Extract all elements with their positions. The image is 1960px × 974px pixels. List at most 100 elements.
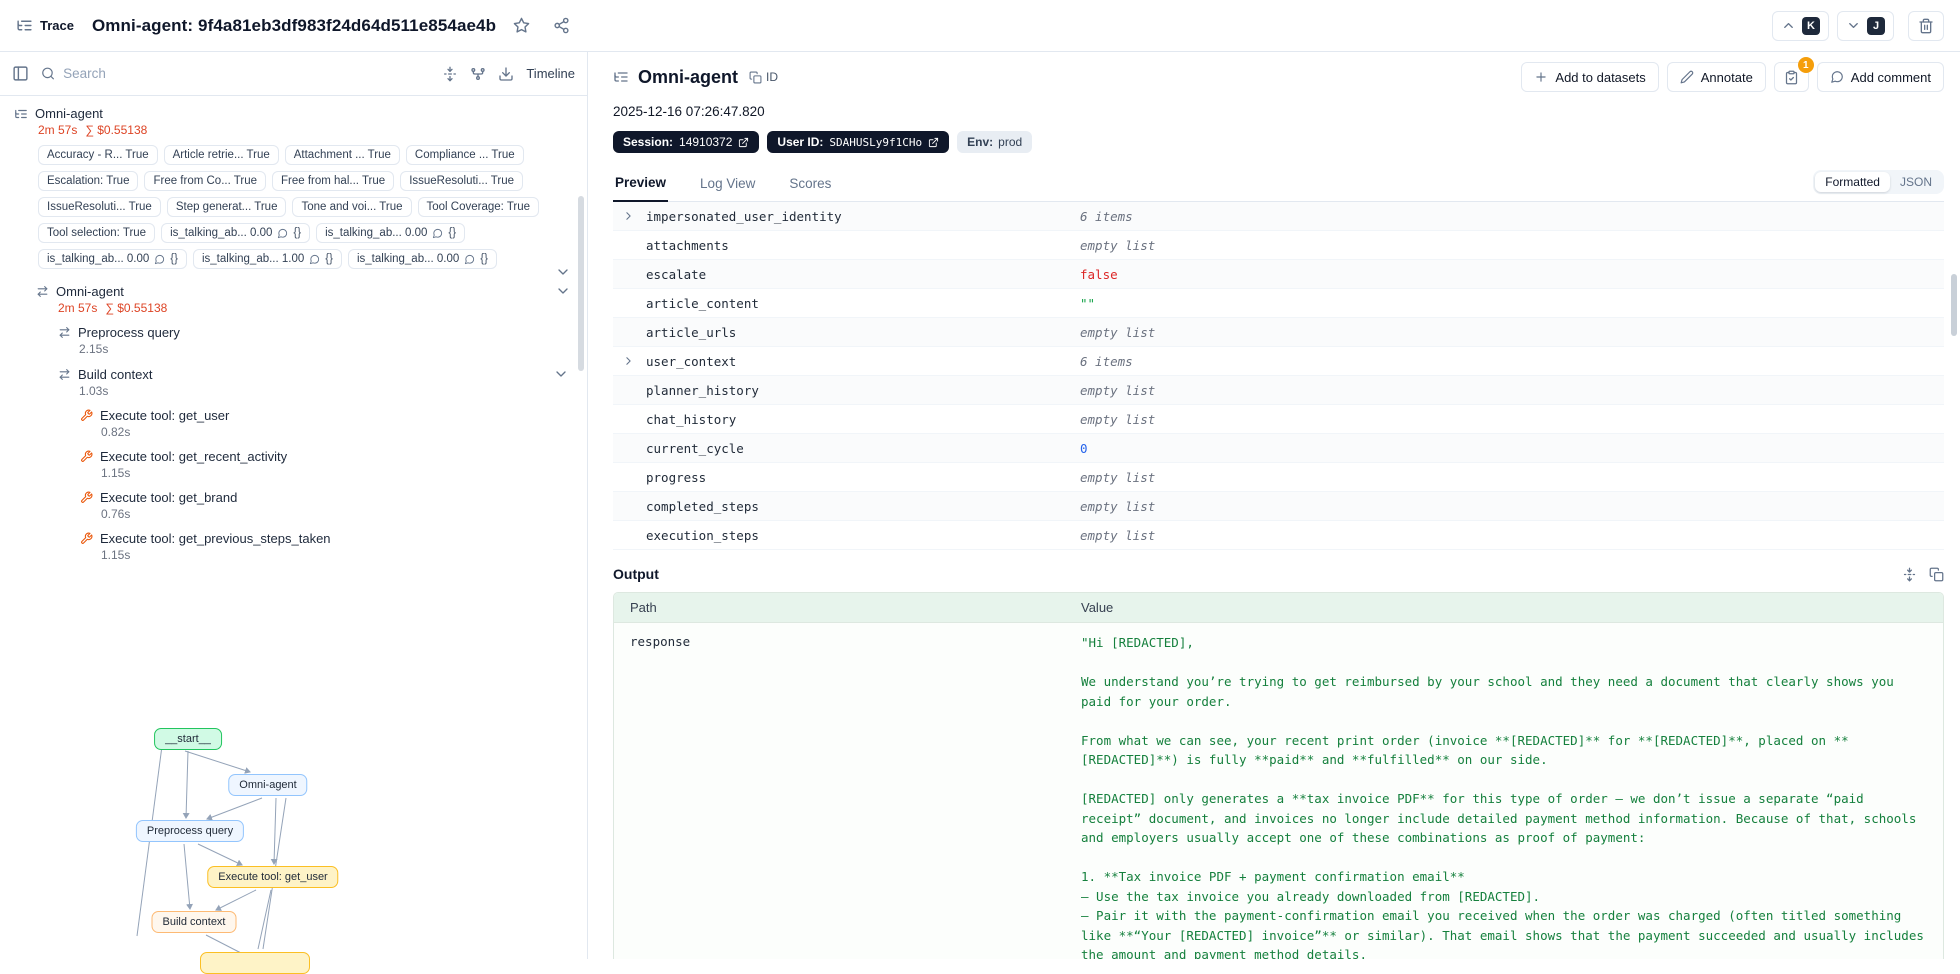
score-badge[interactable]: is_talking_ab... 0.00{} xyxy=(38,249,187,269)
tree-tool-row[interactable]: Execute tool: get_brand 0.76s xyxy=(80,490,573,521)
format-formatted[interactable]: Formatted xyxy=(1815,172,1890,192)
keycap-down: J xyxy=(1867,17,1885,35)
row-value: empty list xyxy=(1068,325,1944,340)
score-badge[interactable]: IssueResoluti... True xyxy=(38,197,161,217)
search-box[interactable] xyxy=(41,66,430,81)
score-badge-label: Article retrie... True xyxy=(173,149,270,161)
copy-output-icon[interactable] xyxy=(1929,567,1944,582)
session-value: 14910372 xyxy=(679,135,732,149)
row-value: "" xyxy=(1068,296,1944,311)
score-badge[interactable]: Article retrie... True xyxy=(164,145,279,165)
download-icon[interactable] xyxy=(498,66,514,82)
observation-detail-panel: Omni-agent ID Add to datasets Annotate 1 xyxy=(589,52,1960,959)
expand-section-icon[interactable] xyxy=(1902,567,1917,582)
tab-scores[interactable]: Scores xyxy=(787,170,833,201)
tree-span-row[interactable]: Build context 1.03s xyxy=(58,366,573,398)
chevron-down-icon xyxy=(553,366,569,382)
score-badge[interactable]: IssueResoluti... True xyxy=(400,171,523,191)
panel-left-icon[interactable] xyxy=(12,65,29,82)
expand-all-icon[interactable] xyxy=(442,66,458,82)
row-value: 6 items xyxy=(1068,209,1944,224)
tree-span-row[interactable]: Preprocess query 2.15s xyxy=(58,325,573,356)
score-badge[interactable]: Escalation: True xyxy=(38,171,138,191)
score-badge[interactable]: Compliance ... True xyxy=(406,145,524,165)
session-label: Session: xyxy=(623,135,673,149)
trace-tag: Trace xyxy=(16,17,74,34)
score-badge-label: is_talking_ab... 0.00 xyxy=(325,227,427,239)
output-value-header: Value xyxy=(1069,600,1943,615)
chevron-down-icon xyxy=(555,283,571,299)
chevron-right-icon[interactable] xyxy=(622,210,635,223)
tree-root-row[interactable]: Omni-agent xyxy=(14,106,573,121)
next-trace-button[interactable]: J xyxy=(1837,11,1894,41)
graph-node-agent[interactable]: Omni-agent xyxy=(228,774,307,796)
env-label: Env: xyxy=(967,135,993,149)
collapse-agent-button[interactable] xyxy=(555,283,571,299)
tree-agent-row[interactable]: Omni-agent xyxy=(36,283,573,299)
score-badge-label: Tool Coverage: True xyxy=(427,201,531,213)
score-badge[interactable]: is_talking_ab... 1.00{} xyxy=(193,249,342,269)
score-badge[interactable]: Tool Coverage: True xyxy=(418,197,540,217)
external-link-icon xyxy=(738,137,749,148)
tree-tool-row[interactable]: Execute tool: get_recent_activity 1.15s xyxy=(80,449,573,480)
search-input[interactable] xyxy=(63,66,430,81)
tree-tool-row[interactable]: Execute tool: get_previous_steps_taken 1… xyxy=(80,531,573,562)
tab-preview[interactable]: Preview xyxy=(613,169,668,202)
trace-tree-sidebar: Timeline Omni-agent 2m 57s ∑ $0.55138 Ac… xyxy=(0,52,588,959)
delete-trace-button[interactable] xyxy=(1908,11,1944,41)
score-badge[interactable]: Attachment ... True xyxy=(285,145,400,165)
annotate-button[interactable]: Annotate xyxy=(1667,62,1766,92)
score-badge-label: Compliance ... True xyxy=(415,149,515,161)
tool-duration: 0.82s xyxy=(101,425,573,439)
table-row[interactable]: impersonated_user_identity 6 items xyxy=(613,202,1944,231)
score-badge-label: Accuracy - R... True xyxy=(47,149,149,161)
span-icon xyxy=(58,368,71,381)
score-badge[interactable]: is_talking_ab... 0.00{} xyxy=(316,223,465,243)
graph-node-build-context[interactable]: Build context xyxy=(152,911,237,933)
row-key: current_cycle xyxy=(646,441,744,456)
span-icon xyxy=(58,326,71,339)
timeline-toggle[interactable]: Timeline xyxy=(526,66,575,81)
format-json[interactable]: JSON xyxy=(1890,172,1942,192)
collapse-root-button[interactable] xyxy=(555,264,571,280)
row-value: 6 items xyxy=(1068,354,1944,369)
main-scrollbar[interactable] xyxy=(1951,274,1957,336)
score-badge[interactable]: Free from Co... True xyxy=(144,171,266,191)
score-badge-label: IssueResoluti... True xyxy=(409,175,514,187)
table-row: article_urls empty list xyxy=(613,318,1944,347)
share-button[interactable] xyxy=(546,12,576,40)
chevron-right-icon[interactable] xyxy=(622,355,635,368)
user-id-label: User ID: xyxy=(777,135,823,149)
graph-node-preprocess[interactable]: Preprocess query xyxy=(136,820,244,842)
table-row[interactable]: user_context 6 items xyxy=(613,347,1944,376)
score-badge[interactable]: is_talking_ab... 0.00{} xyxy=(348,249,497,269)
add-comment-button[interactable]: Add comment xyxy=(1817,62,1944,92)
user-id-badge[interactable]: User ID: SDAHUSLy9f1CHo xyxy=(767,131,949,153)
table-row: completed_steps empty list xyxy=(613,492,1944,521)
add-to-datasets-button[interactable]: Add to datasets xyxy=(1521,62,1658,92)
output-section-title: Output xyxy=(613,566,659,582)
score-badge[interactable]: is_talking_ab... 0.00{} xyxy=(161,223,310,243)
graph-node-get-user[interactable]: Execute tool: get_user xyxy=(207,866,338,888)
tree-tool-row[interactable]: Execute tool: get_user 0.82s xyxy=(80,408,573,439)
score-badge[interactable]: Tone and voi... True xyxy=(292,197,411,217)
graph-node-start[interactable]: __start__ xyxy=(154,728,222,750)
row-key: progress xyxy=(646,470,706,485)
score-badge[interactable]: Step generat... True xyxy=(167,197,287,217)
annotation-queue-button[interactable]: 1 xyxy=(1774,62,1809,92)
graph-view-icon[interactable] xyxy=(470,66,486,82)
score-badge[interactable]: Accuracy - R... True xyxy=(38,145,158,165)
tab-log-view[interactable]: Log View xyxy=(698,170,757,201)
score-badge-label: Attachment ... True xyxy=(294,149,391,161)
graph-node-partial[interactable] xyxy=(200,952,310,974)
score-badge-label: Free from Co... True xyxy=(153,175,257,187)
prev-trace-button[interactable]: K xyxy=(1772,11,1829,41)
score-badges: Accuracy - R... True Article retrie... T… xyxy=(38,145,543,269)
tree-scrollbar[interactable] xyxy=(578,196,584,371)
copy-id-button[interactable]: ID xyxy=(749,70,778,84)
session-badge[interactable]: Session: 14910372 xyxy=(613,131,759,153)
collapse-span-button[interactable] xyxy=(553,366,569,382)
score-badge[interactable]: Tool selection: True xyxy=(38,223,155,243)
star-button[interactable] xyxy=(506,12,536,40)
score-badge[interactable]: Free from hal... True xyxy=(272,171,394,191)
